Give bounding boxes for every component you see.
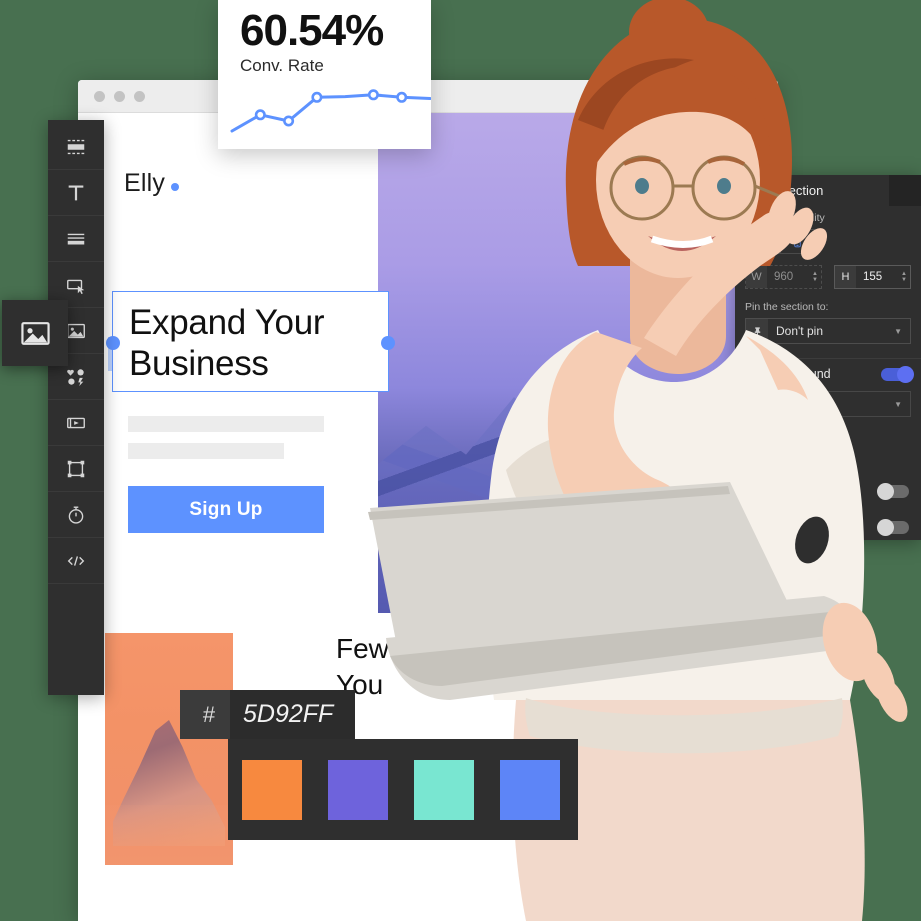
viewport-mobile[interactable] [779,230,815,253]
composite-scene: Elly Expand Your Business Sign Up Few Yo… [0,0,921,921]
sidebar-item-section[interactable] [48,124,104,170]
option-row-1 [735,479,921,503]
background-type-select[interactable]: ▼ [745,391,911,417]
chevron-down-icon: ▼ [894,326,902,336]
placeholder-text-bar [128,416,324,432]
list-icon [67,233,85,244]
color-swatch-panel [228,739,578,840]
selection-handle-right[interactable] [381,336,395,350]
bottom-heading-line-2: You [336,669,384,701]
pin-value: Don't pin [776,324,823,338]
width-value: 960 [774,271,794,283]
conversion-rate-card: 60.54% Conv. Rate [218,0,431,149]
browser-dot-close[interactable] [94,90,105,102]
viewport-visibility-label: Viewport visibility [745,212,825,224]
properties-panel: – ← Section Viewport visibility W 960 ▲ … [715,175,921,540]
option-toggle-1[interactable] [877,482,909,500]
heading-line-2: Business [129,344,269,384]
viewport-toggle-group [745,229,815,254]
sidebar-item-shape[interactable] [48,446,104,492]
width-field[interactable]: W 960 ▲ ▼ [745,265,822,289]
chevron-up-icon[interactable]: ▲ [745,369,754,379]
selection-handle-left[interactable] [106,336,120,350]
height-field[interactable]: H 155 ▲ ▼ [834,265,911,289]
text-icon [68,184,84,200]
sidebar-item-list[interactable] [48,216,104,262]
section-icon [67,139,85,154]
panel-title: Section [780,183,824,198]
monitor-icon [757,237,769,247]
pin-select[interactable]: Don't pin ▼ [745,318,911,344]
color-hex-input[interactable]: 5D92FF [230,690,355,739]
image-tool-popup[interactable] [2,300,68,366]
heading-text: Expand Your Business [113,292,388,385]
browser-dot-minimize[interactable] [114,90,125,102]
widgets-icon [67,368,84,386]
sidebar-item-code[interactable] [48,538,104,584]
height-key-label: H [835,266,856,288]
left-tool-rail [48,120,104,695]
phone-icon [794,235,801,248]
chart-point [396,91,408,103]
sidebar-item-timer[interactable] [48,492,104,538]
panel-header: ← Section [735,175,921,206]
bottom-heading: Few You [336,631,536,704]
pin-glyph-icon [754,326,760,336]
back-arrow-icon[interactable]: ← [745,184,759,198]
swatch-orange[interactable] [242,759,302,820]
header-separator [769,182,770,199]
height-stepper[interactable]: ▲ ▼ [898,271,910,283]
video-icon [67,417,85,428]
panel-header-swatch [889,175,921,206]
image-icon [20,321,50,345]
chart-point [311,91,323,103]
button-pointer-icon [67,279,85,294]
background-section-row: ▲ Background [735,358,921,391]
bottom-mountain-image[interactable] [105,633,233,865]
panel-collapse-button[interactable]: – [715,206,735,228]
swatch-teal[interactable] [414,759,474,820]
chart-point [254,109,266,121]
sidebar-item-video[interactable] [48,400,104,446]
timer-icon [68,506,84,524]
site-brand: Elly [124,169,180,198]
background-toggle[interactable] [881,365,914,383]
option-toggle-2[interactable] [877,518,909,536]
viewport-desktop[interactable] [746,230,780,253]
conversion-rate-chart [230,89,431,133]
hero-mountain-image[interactable] [378,113,778,613]
image-icon [67,323,85,338]
conversion-rate-value: 60.54% [240,6,384,55]
swatch-purple[interactable] [328,759,388,820]
signup-button[interactable]: Sign Up [128,486,324,533]
sidebar-item-text[interactable] [48,170,104,216]
pin-icon [746,319,768,343]
width-key-label: W [746,266,767,288]
dimensions-row: W 960 ▲ ▼ H 155 ▲ ▼ [745,265,911,289]
toggle-knob [877,518,894,536]
bottom-heading-line-1: Few [336,633,389,664]
brand-dot-icon [171,183,180,191]
selected-heading-block[interactable]: Expand Your Business [106,291,395,392]
pin-section-label: Pin the section to: [745,301,829,313]
background-label: Background [763,367,831,381]
width-stepper[interactable]: ▲ ▼ [809,271,821,283]
placeholder-text-bar [128,443,284,459]
toggle-knob [877,482,894,500]
code-icon [67,555,85,566]
shape-icon [67,460,85,477]
swatch-blue[interactable] [500,759,560,820]
viewport-visibility-section: Viewport visibility W 960 ▲ ▼ H 155 ▲ ▼ … [735,206,921,344]
height-value: 155 [863,271,883,283]
brand-name: Elly [124,169,166,197]
toggle-knob [897,365,914,383]
chart-point [283,115,295,127]
chart-point [367,89,379,101]
conversion-rate-label: Conv. Rate [240,56,324,76]
browser-dot-maximize[interactable] [134,90,145,102]
heading-line-1: Expand Your [129,303,325,342]
option-row-2 [735,515,921,539]
